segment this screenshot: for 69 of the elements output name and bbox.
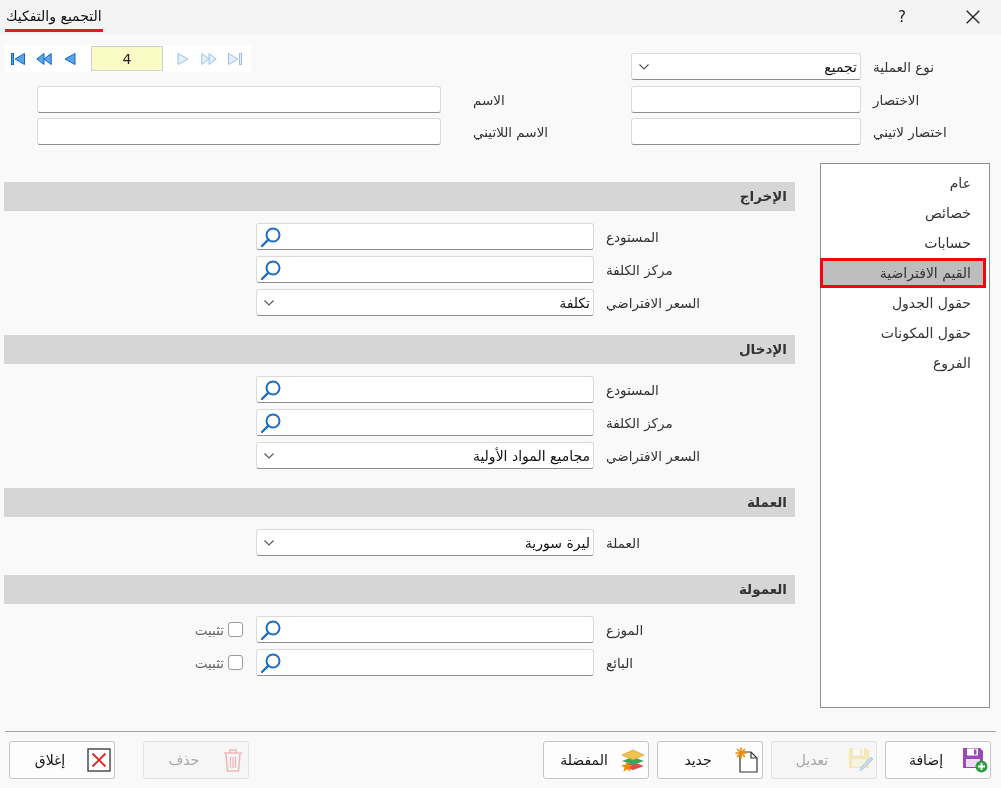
field-label: اختصار لاتيني bbox=[873, 123, 947, 142]
sidebar-item[interactable]: خصائص bbox=[821, 198, 986, 228]
field-label: المستودع bbox=[606, 381, 659, 398]
chevron-down-icon bbox=[639, 63, 649, 70]
dropdown[interactable]: مجاميع المواد الأولية bbox=[256, 442, 594, 469]
sidebar-item[interactable]: حقول المكونات bbox=[821, 318, 986, 348]
close-button[interactable]: إغلاق bbox=[9, 741, 115, 779]
field-label: مركز الكلفة bbox=[606, 261, 673, 278]
checkbox[interactable] bbox=[228, 655, 243, 670]
help-button[interactable]: ? bbox=[887, 0, 917, 34]
search-icon bbox=[260, 378, 282, 401]
checkbox-label: تثبيت bbox=[194, 654, 224, 671]
field-label: السعر الافتراضي bbox=[606, 294, 701, 311]
favorites-button[interactable]: المفضلة bbox=[543, 741, 649, 779]
chevron-down-icon bbox=[264, 539, 274, 546]
search-icon bbox=[260, 258, 282, 281]
sidebar-item[interactable]: حسابات bbox=[821, 228, 986, 258]
search-icon bbox=[260, 651, 282, 674]
floppy-plus-icon bbox=[962, 747, 988, 773]
sidebar-item[interactable]: حقول الجدول bbox=[821, 288, 986, 318]
search-field[interactable] bbox=[256, 649, 594, 676]
text-field[interactable] bbox=[631, 118, 861, 145]
checkbox[interactable] bbox=[228, 622, 243, 637]
field-label: السعر الافتراضي bbox=[606, 447, 701, 464]
dropdown[interactable]: تكلفة bbox=[256, 289, 594, 316]
text-field[interactable] bbox=[37, 86, 441, 113]
field-label: العملة bbox=[606, 534, 640, 551]
search-field[interactable] bbox=[256, 376, 594, 403]
text-field[interactable] bbox=[37, 118, 441, 145]
section-header: العمولة bbox=[4, 575, 795, 604]
field-label: نوع العملية bbox=[873, 58, 935, 78]
sidebar-item[interactable]: القيم الافتراضية bbox=[820, 258, 986, 288]
chevron-down-icon bbox=[264, 299, 274, 306]
field-label: الاسم اللاتيني bbox=[473, 123, 549, 143]
left-triangle-icon[interactable] bbox=[62, 50, 78, 67]
skip-to-start-icon[interactable] bbox=[10, 50, 26, 67]
search-field[interactable] bbox=[256, 223, 594, 250]
sidebar-item[interactable]: عام bbox=[821, 168, 986, 198]
double-left-triangle-icon[interactable] bbox=[36, 50, 52, 67]
search-field[interactable] bbox=[256, 409, 594, 436]
layers-star-icon bbox=[620, 747, 646, 773]
page-star-icon bbox=[734, 747, 760, 773]
window-title: التجميع والتفكيك bbox=[5, 0, 103, 32]
record-number-field[interactable]: 4 bbox=[91, 46, 163, 71]
sidebar-item[interactable]: الفروع bbox=[821, 348, 986, 378]
field-label: البائع bbox=[606, 654, 633, 671]
add-button[interactable]: إضافة bbox=[885, 741, 991, 779]
field-label: الموزع bbox=[606, 621, 644, 638]
search-icon bbox=[260, 618, 282, 641]
floppy-pencil-icon bbox=[848, 747, 874, 773]
chevron-down-icon bbox=[264, 452, 274, 459]
field-label: الاسم bbox=[473, 91, 505, 111]
dropdown[interactable]: تجميع bbox=[631, 53, 861, 80]
section-header: العملة bbox=[4, 488, 795, 517]
field-label: مركز الكلفة bbox=[606, 414, 673, 431]
search-icon bbox=[260, 411, 282, 434]
text-field[interactable] bbox=[631, 86, 861, 113]
search-field[interactable] bbox=[256, 256, 594, 283]
close-icon[interactable] bbox=[966, 10, 980, 24]
search-icon bbox=[260, 225, 282, 248]
section-header: الإدخال bbox=[4, 335, 795, 364]
new-button[interactable]: جديد bbox=[657, 741, 763, 779]
x-box-icon bbox=[86, 747, 112, 773]
checkbox-label: تثبيت bbox=[194, 621, 224, 638]
field-label: الاختصار bbox=[873, 91, 920, 110]
dropdown[interactable]: ليرة سورية bbox=[256, 529, 594, 556]
search-field[interactable] bbox=[256, 616, 594, 643]
field-label: المستودع bbox=[606, 228, 659, 245]
section-header: الإخراج bbox=[4, 182, 795, 211]
